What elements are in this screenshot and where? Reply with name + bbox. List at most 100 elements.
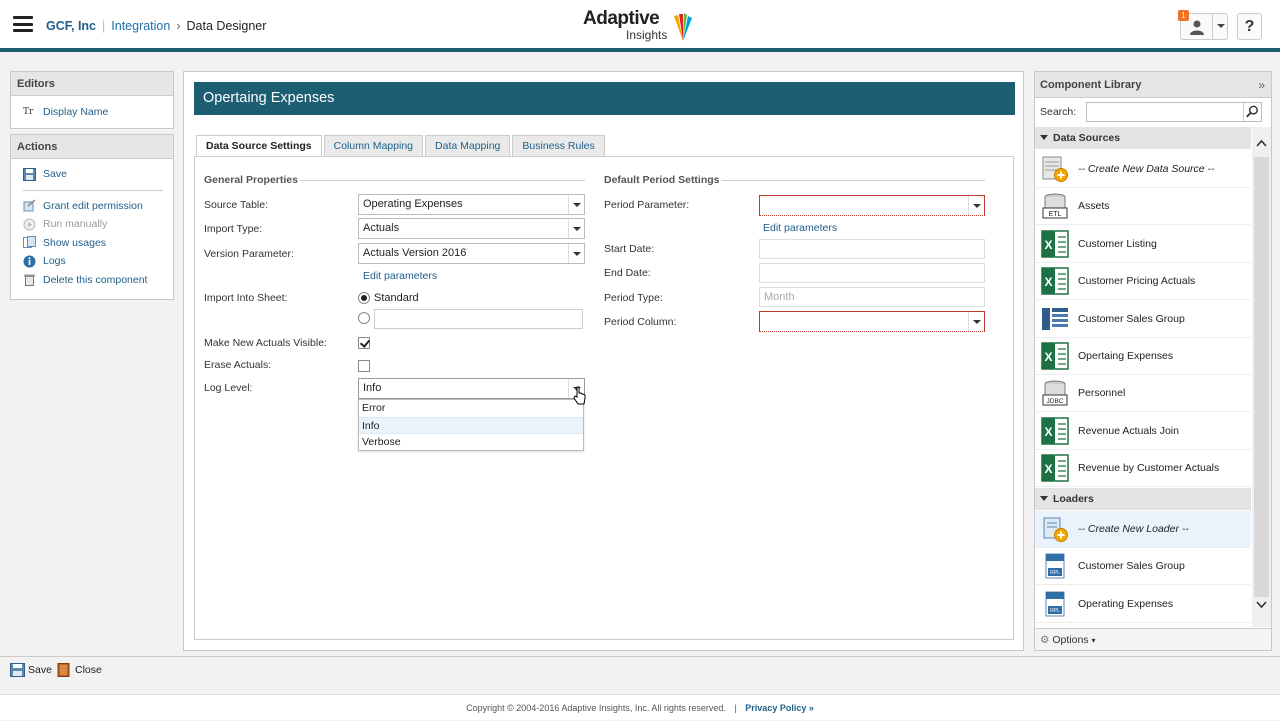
period-edit-parameters-link[interactable]: Edit parameters: [763, 222, 837, 234]
bottom-save-button[interactable]: Save: [10, 663, 52, 677]
chevron-down-icon[interactable]: [568, 195, 584, 214]
source-table-select[interactable]: Operating Expenses: [358, 194, 585, 215]
library-item[interactable]: ETL Assets: [1035, 188, 1251, 226]
log-option-info[interactable]: Info: [359, 417, 583, 434]
library-item[interactable]: X Revenue Actuals Join: [1035, 413, 1251, 450]
grant-permission-action[interactable]: Grant edit permission: [11, 197, 173, 216]
main-editor: Opertaing Expenses Data Source Settings …: [183, 71, 1024, 651]
version-parameter-select[interactable]: Actuals Version 2016: [358, 243, 585, 264]
library-item-label: Customer Sales Group: [1078, 560, 1185, 573]
table-icon: [1041, 305, 1069, 333]
etl-icon: ETL: [1041, 192, 1069, 220]
breadcrumb-integration[interactable]: Integration: [111, 19, 170, 33]
start-date-input[interactable]: [759, 239, 985, 259]
import-type-select[interactable]: Actuals: [358, 218, 585, 239]
data-sources-group[interactable]: Data Sources: [1035, 127, 1251, 149]
chevron-right-icon: ›: [176, 19, 181, 33]
loaders-group[interactable]: Loaders: [1035, 488, 1251, 510]
collapse-panel-icon[interactable]: »: [1258, 72, 1265, 98]
copyright-text: Copyright © 2004-2016 Adaptive Insights,…: [466, 703, 726, 713]
library-options[interactable]: ⚙ Options ▾: [1035, 628, 1271, 650]
import-type-label: Import Type:: [204, 223, 263, 235]
library-item[interactable]: JDBC Personnel: [1035, 375, 1251, 413]
make-visible-checkbox[interactable]: [358, 337, 370, 349]
new-datasource-icon: [1041, 155, 1069, 183]
search-icon[interactable]: [1243, 103, 1261, 121]
scroll-up-icon[interactable]: [1256, 139, 1267, 147]
library-item[interactable]: X Customer Listing: [1035, 226, 1251, 263]
library-item-label: Customer Pricing Actuals: [1078, 275, 1196, 288]
user-menu-button[interactable]: 1: [1178, 10, 1228, 40]
library-item[interactable]: -- Create New Data Source --: [1035, 151, 1251, 188]
library-item[interactable]: RPL Customer Sales Group: [1035, 548, 1251, 586]
jdbc-icon: JDBC: [1041, 379, 1069, 407]
privacy-policy-link[interactable]: Privacy Policy »: [745, 703, 814, 713]
library-search-input[interactable]: [1086, 102, 1262, 122]
period-parameter-select[interactable]: [759, 195, 985, 216]
chevron-down-icon[interactable]: [968, 196, 984, 215]
library-item[interactable]: X Customer Pricing Actuals: [1035, 263, 1251, 301]
library-item-label: Revenue by Customer Actuals: [1078, 462, 1220, 475]
library-item-label: Opertaing Expenses: [1078, 350, 1174, 362]
custom-sheet-input[interactable]: [374, 309, 583, 329]
period-type-input[interactable]: Month: [759, 287, 985, 307]
run-icon: [23, 218, 36, 231]
bottom-close-button[interactable]: Close: [57, 663, 102, 677]
log-level-dropdown: Error Info Verbose: [358, 399, 584, 451]
excel-icon: X: [1041, 267, 1069, 295]
search-label: Search:: [1040, 106, 1077, 118]
scrollbar-thumb[interactable]: [1254, 157, 1269, 597]
tab-business-rules[interactable]: Business Rules: [512, 135, 605, 156]
expand-triangle-icon: [1040, 496, 1048, 501]
standard-radio[interactable]: [358, 292, 370, 304]
breadcrumb-current: Data Designer: [186, 19, 267, 33]
text-format-icon: Tr: [23, 106, 34, 117]
svg-text:X: X: [1044, 238, 1052, 252]
log-option-error[interactable]: Error: [359, 400, 583, 417]
general-properties-title: General Properties: [204, 174, 298, 186]
library-item[interactable]: -- Create New Loader --: [1035, 511, 1251, 548]
library-item[interactable]: RPL Operating Expenses: [1035, 586, 1251, 623]
display-name-link[interactable]: Tr Display Name: [11, 103, 173, 122]
help-button[interactable]: ?: [1237, 13, 1262, 40]
chevron-down-icon[interactable]: [568, 244, 584, 263]
scroll-down-icon[interactable]: [1256, 601, 1267, 609]
tab-content: [194, 156, 1014, 640]
delete-component-action[interactable]: Delete this component: [11, 271, 173, 290]
loader-icon: RPL: [1041, 590, 1069, 618]
svg-text:RPL: RPL: [1050, 608, 1060, 614]
menu-icon[interactable]: [13, 16, 33, 32]
usages-icon: [23, 236, 36, 249]
logs-action[interactable]: Logs: [11, 252, 173, 271]
library-scrollbar[interactable]: [1252, 127, 1271, 627]
chevron-down-icon[interactable]: [968, 312, 984, 331]
tab-column-mapping[interactable]: Column Mapping: [323, 135, 424, 156]
library-item[interactable]: Customer Sales Group: [1035, 301, 1251, 338]
save-icon: [23, 167, 36, 181]
excel-icon: X: [1041, 454, 1069, 482]
run-manually-action[interactable]: Run manually: [11, 215, 173, 234]
erase-actuals-checkbox[interactable]: [358, 360, 370, 372]
notification-badge[interactable]: 1: [1178, 10, 1189, 21]
log-option-verbose[interactable]: Verbose: [359, 434, 583, 451]
end-date-input[interactable]: [759, 263, 985, 283]
page-footer: Copyright © 2004-2016 Adaptive Insights,…: [0, 694, 1280, 720]
library-item[interactable]: X Revenue by Customer Actuals: [1035, 450, 1251, 488]
permission-icon: [23, 199, 36, 212]
tab-data-source-settings[interactable]: Data Source Settings: [196, 135, 322, 157]
chevron-down-icon[interactable]: [568, 219, 584, 238]
company-name[interactable]: GCF, Inc: [46, 19, 96, 33]
period-column-select[interactable]: [759, 311, 985, 332]
show-usages-action[interactable]: Show usages: [11, 234, 173, 253]
chevron-down-icon[interactable]: [1212, 14, 1228, 39]
log-level-select[interactable]: Info: [358, 378, 585, 399]
gear-icon: ⚙: [1040, 634, 1050, 646]
library-item[interactable]: X Opertaing Expenses: [1035, 338, 1251, 375]
standard-radio-label: Standard: [374, 292, 419, 304]
tab-data-mapping[interactable]: Data Mapping: [425, 135, 511, 156]
top-bar: GCF, Inc | Integration › Data Designer A…: [0, 0, 1280, 52]
edit-parameters-link[interactable]: Edit parameters: [363, 270, 437, 282]
custom-sheet-radio[interactable]: [358, 312, 370, 324]
save-action[interactable]: Save: [11, 165, 173, 184]
actions-panel: Actions Save Grant edit permission Run m…: [10, 134, 174, 300]
